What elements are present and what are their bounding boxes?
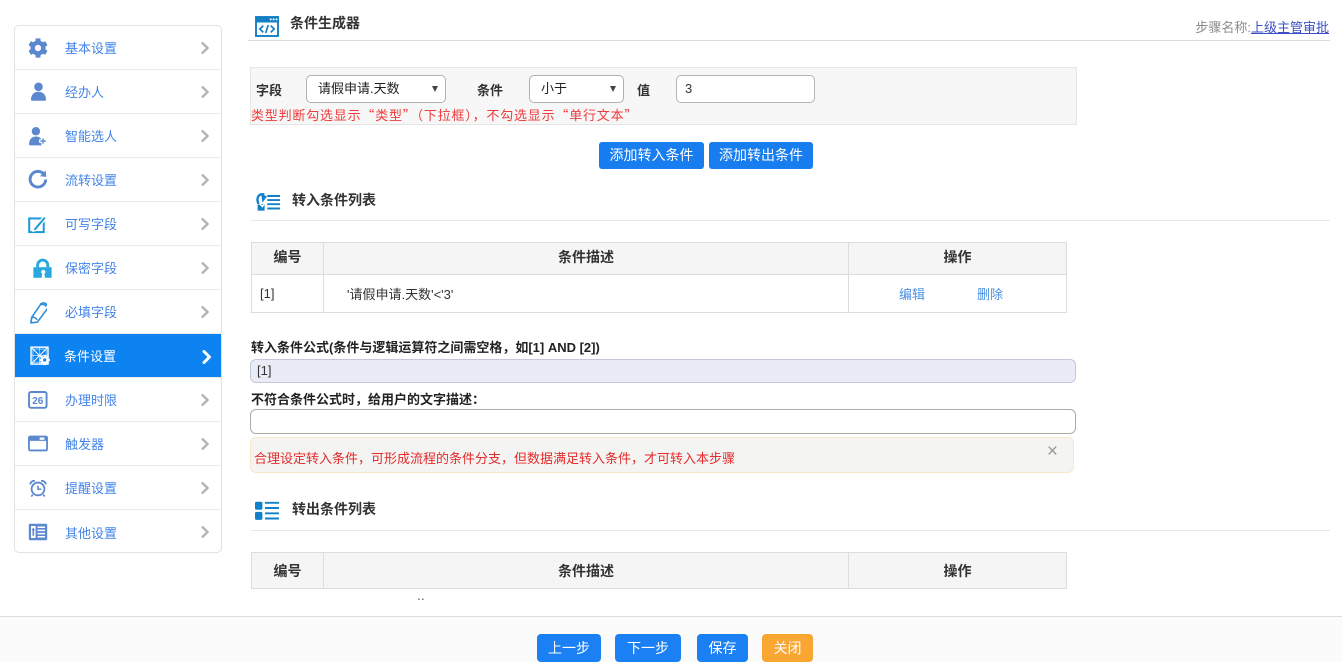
svg-text:26: 26	[32, 395, 44, 406]
